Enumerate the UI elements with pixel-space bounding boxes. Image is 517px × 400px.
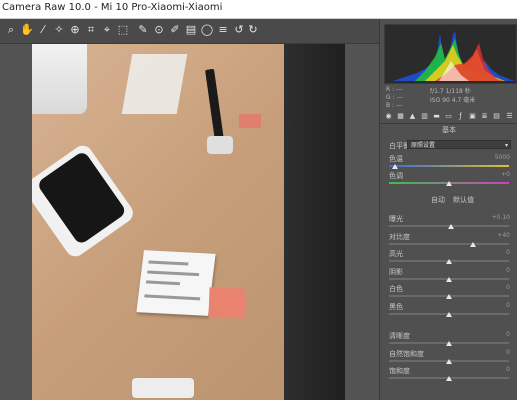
adjust-slider-thumb[interactable] xyxy=(470,241,476,247)
photo-phone xyxy=(205,68,224,142)
tab-snapshots-icon[interactable]: ▤ xyxy=(492,112,501,121)
color-sampler-icon[interactable]: ✧ xyxy=(52,23,66,37)
slider-label: 对比度 xyxy=(389,232,410,241)
adjust-slider-thumb[interactable] xyxy=(446,276,452,282)
section-title: 基本 xyxy=(442,126,456,134)
targeted-adjust-icon[interactable]: ⊕ xyxy=(68,23,82,37)
photo-speaker xyxy=(32,141,137,261)
photo-red-tag xyxy=(208,287,246,319)
tab-detail-icon[interactable]: ▲ xyxy=(408,112,417,121)
panel-tabs: ◉ ▦ ▲ ▥ ▬ ▭ ƒ ▣ ≣ ▤ ☰ xyxy=(380,111,517,124)
slider-value[interactable]: 0 xyxy=(506,331,510,338)
tab-tone-curve-icon[interactable]: ▦ xyxy=(396,112,405,121)
tab-calibration-icon[interactable]: ▣ xyxy=(468,112,477,121)
photo-cloth xyxy=(32,44,87,114)
tab-effects-icon[interactable]: ƒ xyxy=(456,112,465,121)
adjust-slider-thumb[interactable] xyxy=(446,376,452,381)
photo-bottom-card xyxy=(132,378,194,398)
graduated-filter-icon[interactable]: ▤ xyxy=(184,23,198,37)
slider-label: 曝光 xyxy=(389,215,403,223)
adjust-slider[interactable] xyxy=(389,242,509,245)
photo-dark-wall xyxy=(284,44,345,400)
adjust-slider-thumb[interactable] xyxy=(446,294,452,299)
adjust-slider-thumb[interactable] xyxy=(446,341,452,346)
b-readout: B : --- xyxy=(386,102,403,109)
slider-label: 饱和度 xyxy=(389,367,410,375)
panel-menu-icon[interactable]: ☰ xyxy=(505,112,514,121)
temp-slider[interactable] xyxy=(389,165,509,167)
tab-basic-icon[interactable]: ◉ xyxy=(384,112,393,121)
photo-phone-base xyxy=(207,136,233,154)
histogram-graph xyxy=(393,31,515,81)
adjust-slider-thumb[interactable] xyxy=(446,358,452,364)
preview-area[interactable] xyxy=(0,44,378,400)
photo-display-stand xyxy=(121,54,188,114)
tab-hsl-icon[interactable]: ▥ xyxy=(420,112,429,121)
straighten-tool-icon[interactable]: ⌖ xyxy=(100,23,114,37)
auto-button[interactable]: 自动 xyxy=(431,195,445,205)
temp-label: 色温 xyxy=(389,155,403,163)
photo-preview[interactable] xyxy=(32,44,345,400)
spot-removal-icon[interactable]: ✎ xyxy=(136,23,150,37)
tab-presets-icon[interactable]: ≣ xyxy=(480,112,489,121)
tab-split-tone-icon[interactable]: ▬ xyxy=(432,112,441,121)
slider-value[interactable]: 0 xyxy=(506,366,510,373)
slider-label: 白色 xyxy=(389,285,403,293)
red-eye-icon[interactable]: ⊙ xyxy=(152,23,166,37)
temp-slider-thumb[interactable] xyxy=(392,164,398,169)
crop-tool-icon[interactable]: ⌗ xyxy=(84,23,98,37)
white-balance-tool-icon[interactable]: ⁄ xyxy=(36,23,50,37)
adjust-slider-thumb[interactable] xyxy=(446,259,452,264)
zoom-tool-icon[interactable]: ⌕ xyxy=(4,23,18,37)
title-bar: Camera Raw 10.0 - Mi 10 Pro-Xiaomi-Xiaom… xyxy=(0,0,517,19)
transform-tool-icon[interactable]: ⬚ xyxy=(116,23,130,37)
exposure-info: f/1.7 1/118 秒 xyxy=(430,88,471,95)
window-title: Camera Raw 10.0 - Mi 10 Pro-Xiaomi-Xiaom… xyxy=(2,2,223,13)
right-panel: R : --- G : --- B : --- f/1.7 1/118 秒 IS… xyxy=(379,19,517,400)
slider-value[interactable]: +0.10 xyxy=(492,214,510,221)
r-readout: R : --- xyxy=(386,86,403,93)
tint-slider-thumb[interactable] xyxy=(446,181,452,186)
slider-value[interactable]: +40 xyxy=(497,232,510,239)
adjust-slider-thumb[interactable] xyxy=(446,311,452,317)
radial-filter-icon[interactable]: ◯ xyxy=(200,23,214,37)
iso-info: ISO 90 4.7 毫米 xyxy=(430,97,476,104)
default-button[interactable]: 默认值 xyxy=(453,195,474,205)
adjust-slider-thumb[interactable] xyxy=(448,224,455,229)
chevron-down-icon: ▾ xyxy=(504,142,508,149)
white-balance-select[interactable]: 原照设置 ▾ xyxy=(407,140,511,149)
slider-label: 阴影 xyxy=(389,267,403,276)
photo-price-card xyxy=(136,250,216,316)
slider-value[interactable]: 0 xyxy=(506,249,510,256)
tint-value[interactable]: +0 xyxy=(501,171,510,178)
preferences-icon[interactable]: ≡ xyxy=(216,23,230,37)
rotate-left-icon[interactable]: ↺ xyxy=(232,23,246,37)
slider-value[interactable]: 0 xyxy=(506,267,510,274)
slider-label: 自然饱和度 xyxy=(389,349,424,358)
slider-label: 高光 xyxy=(389,250,403,258)
tab-lens-icon[interactable]: ▭ xyxy=(444,112,453,121)
adjustment-brush-icon[interactable]: ✐ xyxy=(168,23,182,37)
photo-small-tag xyxy=(239,114,261,128)
slider-label: 黑色 xyxy=(389,302,403,311)
histogram xyxy=(384,24,517,84)
g-readout: G : --- xyxy=(386,94,403,101)
slider-label: 清晰度 xyxy=(389,332,410,340)
slider-value[interactable]: 0 xyxy=(506,349,510,356)
hand-tool-icon[interactable]: ✋ xyxy=(20,23,34,37)
slider-value[interactable]: 0 xyxy=(506,302,510,309)
tint-label: 色调 xyxy=(389,172,403,180)
slider-value[interactable]: 0 xyxy=(506,284,510,291)
temp-value[interactable]: 5000 xyxy=(495,154,510,161)
rotate-right-icon[interactable]: ↻ xyxy=(246,23,260,37)
